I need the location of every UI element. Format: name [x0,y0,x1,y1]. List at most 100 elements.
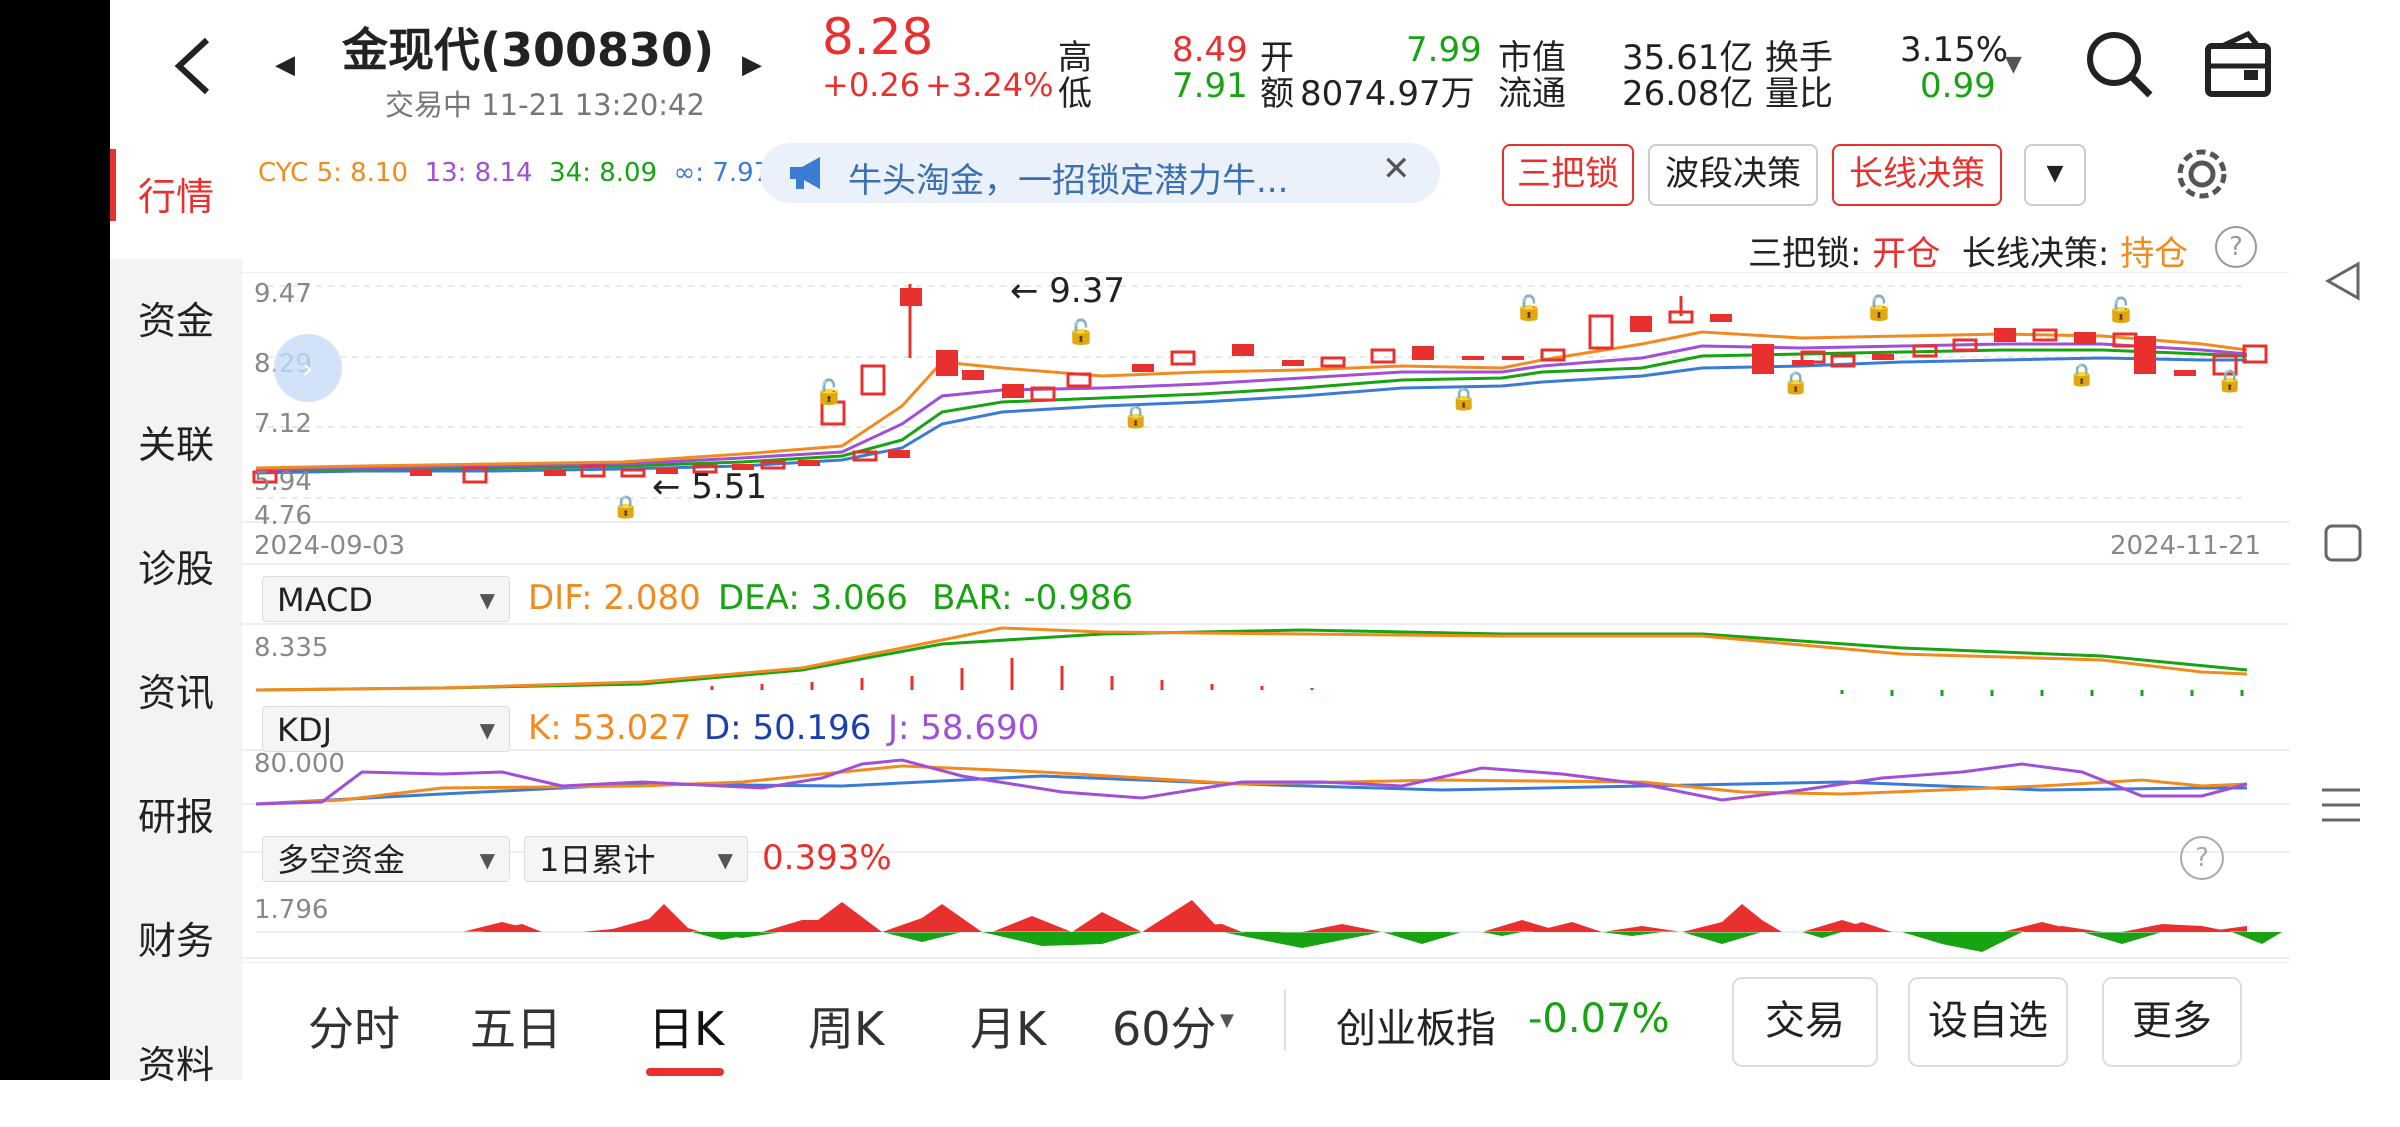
sidebar-item-label: 研报 [137,795,214,839]
add-watchlist-button[interactable]: 设自选 [1908,977,2068,1067]
kline-y-mid3: 5.94 [254,467,312,497]
svg-text:🔒: 🔒 [2216,369,2243,394]
sidebar-item-related[interactable]: 关联 [110,383,242,507]
ma5-value: CYC 5: 8.10 [258,158,409,188]
svg-text:🔓: 🔓 [814,378,844,406]
tab-intraday[interactable]: 分时 [308,993,400,1059]
kline-max-label: ← 9.37 [1010,272,1125,311]
fund-chart [256,904,2282,952]
long-decision-button[interactable]: 长线决策 [1832,144,2002,206]
sanba-signal-value: 开仓 [1872,234,1941,274]
turnover-value: 3.15% [1900,30,2009,70]
svg-text:🔓: 🔓 [1864,294,1894,322]
index-name: 创业板指 [1336,1006,1496,1052]
search-button[interactable] [2080,25,2160,105]
sidebar-item-label: 财务 [137,919,214,963]
kdj-d: D: 50.196 [704,708,872,748]
sidebar-item-label: 关联 [137,423,214,467]
chevron-down-icon: ▼ [479,588,495,612]
svg-text:🔒: 🔒 [1450,387,1477,412]
sanba-lock-button[interactable]: 三把锁 [1502,144,1634,206]
sidebar-item-profile[interactable]: 资料 [110,1003,242,1113]
float-value: 26.08亿 [1622,74,1754,114]
sidebar-item-research[interactable]: 研报 [110,755,242,879]
sidebar-item-funds[interactable]: 资金 [110,259,242,383]
screen-edge [0,0,110,1080]
fund-period-label: 1日累计 [539,841,656,879]
sanba-signal-label: 三把锁: [1748,234,1862,274]
kline-y-top: 9.47 [254,279,312,309]
stock-name: 金现代(300830) [342,23,715,77]
candle-group [252,284,2268,484]
macd-bar: BAR: -0.986 [932,578,1134,618]
close-promo-button[interactable]: ✕ [1382,149,1411,189]
kdj-select-label: KDJ [277,711,333,749]
sidebar-item-quote[interactable]: 行情 [110,135,242,259]
sidebar-item-label: 行情 [137,175,214,219]
svg-text:🔒: 🔒 [1122,405,1149,430]
svg-text:🔒: 🔒 [2068,363,2095,388]
help-icon: ? [2229,232,2243,262]
sidebar-item-finance[interactable]: 财务 [110,879,242,1003]
nav-menu-icon[interactable] [2316,780,2366,830]
promo-text: 牛头淘金，一招锁定潜力牛... [848,161,1289,201]
more-button[interactable]: 更多 [2102,977,2242,1067]
settings-button[interactable] [2172,144,2232,204]
promo-banner[interactable]: 牛头淘金，一招锁定潜力牛... ✕ [760,143,1440,203]
nav-home-icon[interactable] [2320,520,2366,566]
date-start: 2024-09-03 [254,531,405,561]
wave-decision-button[interactable]: 波段决策 [1648,144,1818,206]
svg-text:🔒: 🔒 [612,495,639,520]
date-end: 2024-11-21 [2110,531,2261,561]
fund-indicator-select[interactable]: 多空资金 ▼ [262,836,510,882]
chevron-down-icon: ▼ [717,848,733,872]
sidebar-item-label: 诊股 [137,547,214,591]
signal-help-button[interactable]: ? [2215,226,2257,268]
kline-y-mid2: 7.12 [254,409,312,439]
tab-daily-k[interactable]: 日K [648,993,724,1059]
sidebar-item-news[interactable]: 资讯 [110,631,242,755]
svg-text:🔒: 🔒 [1782,371,1809,396]
macd-dif-line [255,626,2248,692]
wallet-button[interactable] [2200,30,2280,105]
low-value: 7.91 [1172,66,1248,106]
chips-dropdown-button[interactable]: ▼ [2024,144,2086,206]
high-value: 8.49 [1172,30,1248,70]
amount-value: 8074.97万 [1300,74,1475,114]
tab-monthly-k[interactable]: 月K [970,993,1046,1059]
sidebar-item-label: 资金 [137,299,214,343]
volratio-value: 0.99 [1920,66,1996,106]
tab-weekly-k[interactable]: 周K [808,993,884,1059]
back-button[interactable] [165,30,225,100]
kdj-indicator-select[interactable]: KDJ ▼ [262,706,510,752]
trade-button[interactable]: 交易 [1732,977,1878,1067]
tab-five-day[interactable]: 五日 [470,993,562,1059]
svg-text:🔓: 🔓 [1066,318,1096,346]
ma-legend: CYC 5: 8.10 13: 8.14 34: 8.09 ∞: 7.97 [258,158,770,188]
index-change: -0.07% [1528,996,1670,1042]
kline-min-label: ← 5.51 [652,467,767,507]
expand-quote-button[interactable]: ▼ [2005,52,2022,77]
macd-indicator-select[interactable]: MACD ▼ [262,576,510,622]
fund-help-button[interactable]: ? [2180,836,2224,880]
megaphone-icon [790,157,820,189]
tab-60min[interactable]: 60分 [1112,993,1217,1059]
ma13-value: 13: 8.14 [424,158,533,188]
sidebar-item-diagnose[interactable]: 诊股 [110,507,242,631]
macd-dif: DIF: 2.080 [528,578,701,618]
ma34-value: 34: 8.09 [549,158,658,188]
next-stock-button[interactable]: ▶ [742,50,762,80]
quote-header: ◀ 金现代(300830) 交易中 11-21 13:20:42 ▶ 8.28 … [110,0,2290,135]
search-icon [2087,32,2153,98]
back-arrow-icon [174,37,210,95]
active-tab-indicator [646,1068,724,1076]
fund-select-label: 多空资金 [277,841,406,879]
open-value: 7.99 [1406,30,1482,70]
macd-bars [710,658,2244,696]
low-label: 低 [1058,74,1092,114]
kdj-j: J: 58.690 [888,708,1040,748]
chevron-down-icon: ▼ [479,718,495,742]
nav-back-icon[interactable] [2320,258,2366,304]
fund-period-select[interactable]: 1日累计 ▼ [524,836,748,882]
prev-stock-button[interactable]: ◀ [275,50,295,80]
